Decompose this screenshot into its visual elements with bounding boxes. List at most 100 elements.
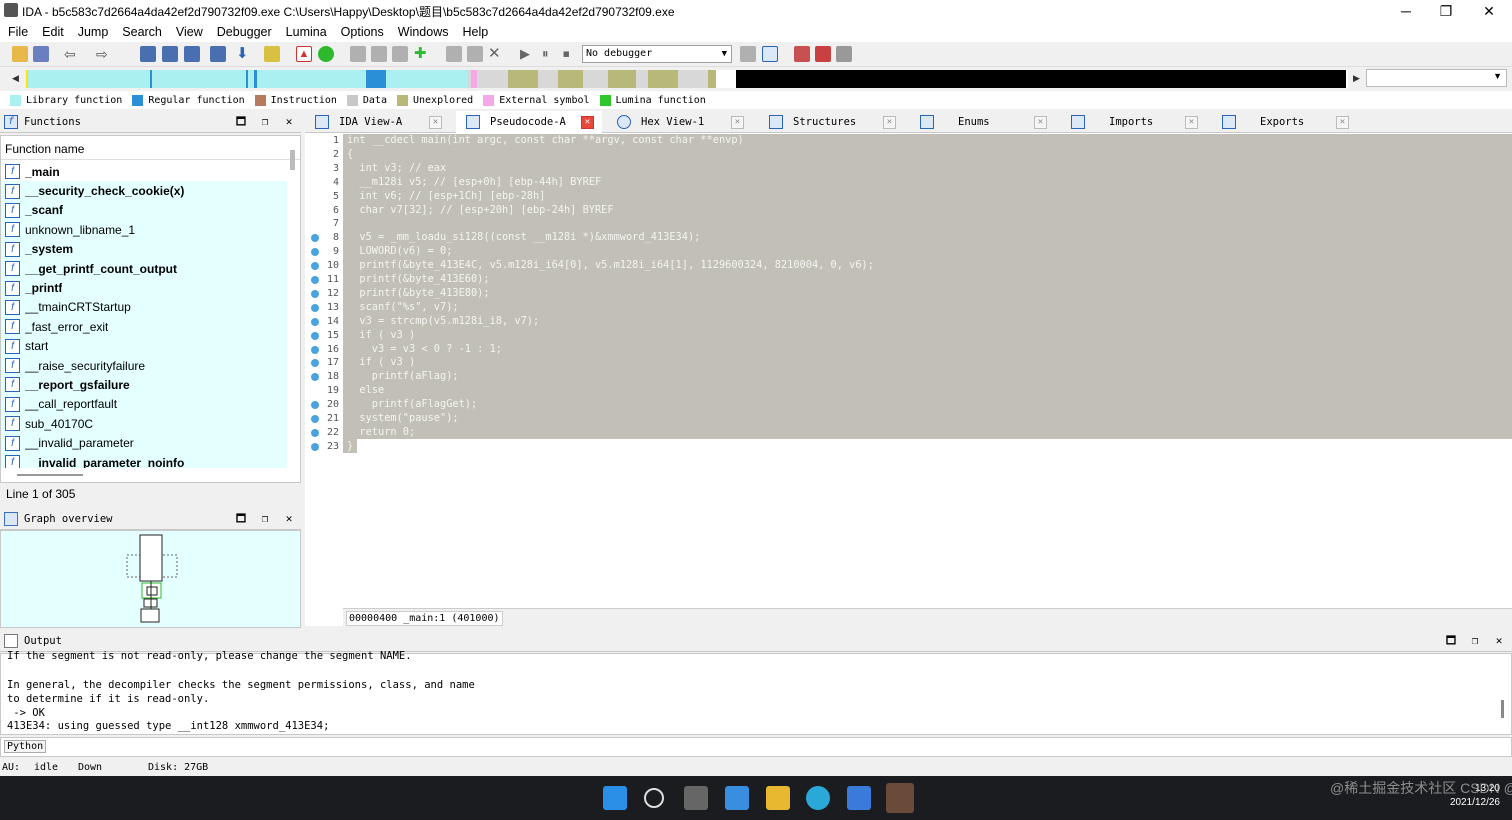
menu-debugger[interactable]: Debugger — [217, 25, 272, 39]
python-command-row[interactable]: Python — [0, 737, 1512, 757]
text-search-icon[interactable] — [162, 46, 178, 62]
code-line[interactable]: v5 = _mm_loadu_si128((const __m128i *)&x… — [347, 231, 700, 245]
code-line[interactable]: LOWORD(v6) = 0; — [347, 245, 452, 259]
nav-left-arrow-icon[interactable]: ◀ — [12, 73, 19, 84]
pseudocode-text-area[interactable]: int __cdecl main(int argc, const char **… — [343, 133, 1512, 605]
store-icon[interactable] — [847, 786, 871, 810]
function-list-item[interactable]: f sub_40170C — [1, 414, 287, 433]
function-list-item[interactable]: f __raise_securityfailure — [1, 356, 287, 375]
edge-browser-icon[interactable] — [806, 786, 830, 810]
function-list-item[interactable]: f __report_gsfailure — [1, 375, 287, 394]
breakpoint-dot-icon[interactable] — [311, 289, 319, 298]
code-line[interactable]: } — [347, 440, 353, 454]
tab-hex-view-1[interactable]: Hex View-1 ✕ — [607, 111, 753, 133]
close-tab-icon[interactable]: ✕ — [731, 116, 744, 129]
code-line[interactable]: __m128i v5; // [esp+0h] [ebp-44h] BYREF — [347, 176, 601, 190]
float-panel-icon[interactable]: ❐ — [257, 114, 273, 130]
menu-jump[interactable]: Jump — [78, 25, 109, 39]
menu-windows[interactable]: Windows — [398, 25, 449, 39]
code-line[interactable]: int __cdecl main(int argc, const char **… — [347, 134, 744, 148]
output-log[interactable]: If the segment is not read-only, please … — [0, 650, 1512, 735]
menu-edit[interactable]: Edit — [42, 25, 64, 39]
function-list-item[interactable]: f __call_reportfault — [1, 395, 287, 414]
function-list-item[interactable]: f __invalid_parameter — [1, 433, 287, 452]
line-number-gutter[interactable]: 1 2 3 4 5 6 7 8 9 10 11 12 13 14 15 16 17 18 19 20 21 22 23 — [305, 133, 343, 626]
string-icon[interactable] — [392, 46, 408, 62]
code-line[interactable]: printf(aFlag); — [347, 370, 459, 384]
menu-options[interactable]: Options — [341, 25, 384, 39]
code-line[interactable]: system("pause"); — [347, 412, 458, 426]
tab-imports[interactable]: Imports ✕ — [1061, 111, 1207, 133]
function-list-item[interactable]: f _printf — [1, 278, 287, 297]
code-line[interactable]: else — [347, 384, 384, 398]
bug-icon[interactable] — [815, 46, 831, 62]
maximize-button[interactable]: ❐ — [1423, 0, 1469, 22]
float-panel-icon[interactable]: ❐ — [257, 511, 273, 527]
binary-search-icon[interactable] — [140, 46, 156, 62]
code-line[interactable]: if ( v3 ) — [347, 356, 415, 370]
breakpoint-dot-icon[interactable] — [311, 331, 319, 340]
play-icon[interactable]: ▶ — [520, 46, 536, 62]
forward-arrow-icon[interactable]: ⇨ — [96, 46, 112, 62]
close-tab-icon[interactable]: ✕ — [1336, 116, 1349, 129]
tab-exports[interactable]: Exports ✕ — [1212, 111, 1358, 133]
restore-panel-icon[interactable]: 🗖 — [1443, 633, 1459, 649]
function-list-item[interactable]: f __get_printf_count_output — [1, 259, 287, 278]
horizontal-scrollbar[interactable] — [17, 474, 83, 476]
struct-icon[interactable] — [467, 46, 483, 62]
data-icon[interactable] — [371, 46, 387, 62]
stop-icon[interactable]: ⏹ — [563, 46, 579, 62]
nav-segment-select[interactable]: ▼ — [1366, 69, 1507, 87]
task-view-icon[interactable] — [684, 786, 708, 810]
pause-icon[interactable]: ⏸ — [542, 46, 558, 62]
ida-taskbar-icon[interactable] — [886, 783, 914, 813]
code-icon[interactable] — [350, 46, 366, 62]
refresh-icon[interactable] — [762, 46, 778, 62]
float-panel-icon[interactable]: ❐ — [1467, 633, 1483, 649]
breakpoint-list-icon[interactable] — [794, 46, 810, 62]
code-line[interactable]: int v3; // eax — [347, 162, 446, 176]
code-line[interactable]: { — [347, 148, 353, 162]
undefine-x-icon[interactable]: ✕ — [488, 46, 504, 62]
tools-icon[interactable] — [836, 46, 852, 62]
function-list-item[interactable]: f __security_check_cookie(x) — [1, 181, 287, 200]
code-line[interactable]: v3 = strcmp(v5.m128i_i8, v7); — [347, 315, 539, 329]
tab-structures[interactable]: Structures ✕ — [759, 111, 905, 133]
pseudocode-view[interactable]: 1 2 3 4 5 6 7 8 9 10 11 12 13 14 15 16 17 18 19 20 21 22 23 in… — [305, 133, 1512, 626]
jump-icon[interactable] — [210, 46, 226, 62]
menu-search[interactable]: Search — [122, 25, 162, 39]
close-panel-icon[interactable]: ✕ — [1491, 633, 1507, 649]
functions-scrollbar[interactable] — [290, 150, 295, 170]
graph-warn-icon[interactable]: ▲ — [296, 46, 312, 62]
code-line[interactable]: v3 = v3 < 0 ? -1 : 1; — [347, 343, 502, 357]
close-tab-icon[interactable]: ✕ — [1034, 116, 1047, 129]
tab-enums[interactable]: Enums ✕ — [910, 111, 1056, 133]
tab-pseudocode-a[interactable]: Pseudocode-A ✕ — [456, 111, 602, 133]
search-next-icon[interactable] — [184, 46, 200, 62]
code-line[interactable]: return 0; — [347, 426, 415, 440]
code-line[interactable]: scanf("%s", v7); — [347, 301, 458, 315]
navigation-band[interactable] — [26, 70, 1348, 88]
run-green-icon[interactable] — [318, 46, 334, 62]
breakpoint-dot-icon[interactable] — [311, 415, 319, 423]
function-list-item[interactable]: f start — [1, 337, 287, 356]
menu-view[interactable]: View — [176, 25, 203, 39]
nav-right-arrow-icon[interactable]: ▶ — [1353, 73, 1360, 84]
attach-icon[interactable] — [740, 46, 756, 62]
function-list-item[interactable]: f _main — [1, 162, 287, 182]
function-list-item[interactable]: f unknown_libname_1 — [1, 220, 287, 239]
back-arrow-icon[interactable]: ⇦ — [64, 46, 80, 62]
menu-lumina[interactable]: Lumina — [286, 25, 327, 39]
close-tab-icon[interactable]: ✕ — [581, 116, 594, 129]
breakpoint-dot-icon[interactable] — [311, 276, 319, 284]
save-icon[interactable] — [33, 46, 49, 62]
debugger-select[interactable]: No debugger ▼ — [582, 45, 732, 63]
widgets-icon[interactable] — [725, 786, 749, 810]
add-icon[interactable]: ✚ — [414, 46, 430, 62]
windows-start-icon[interactable] — [603, 786, 627, 810]
close-panel-icon[interactable]: ✕ — [281, 511, 297, 527]
tab-ida-view-a[interactable]: IDA View-A ✕ — [305, 111, 451, 133]
close-tab-icon[interactable]: ✕ — [1185, 116, 1198, 129]
breakpoint-dot-icon[interactable] — [311, 303, 319, 312]
code-line[interactable]: int v6; // [esp+1Ch] [ebp-28h] — [347, 190, 545, 204]
